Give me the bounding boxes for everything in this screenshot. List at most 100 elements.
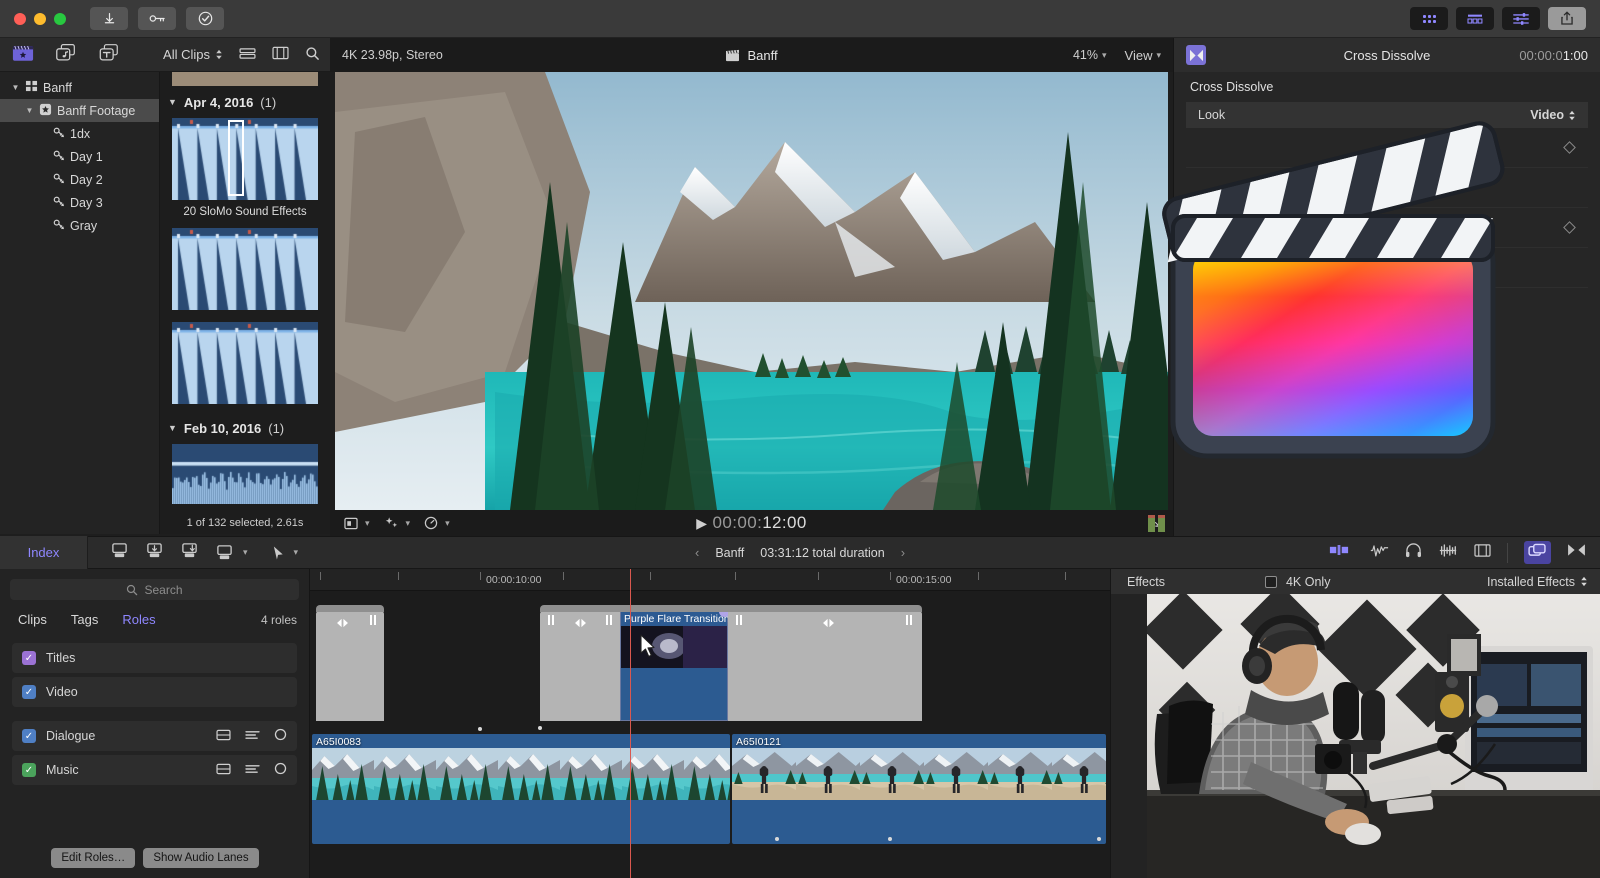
timeline-video-clip[interactable]: A65I0083 (312, 734, 730, 844)
filmstrip-thumbnail (436, 748, 498, 800)
inspector-title: Cross Dissolve (1174, 48, 1600, 63)
disclosure-triangle-icon[interactable]: ▼ (168, 97, 177, 107)
timeline-clip[interactable] (540, 611, 620, 721)
browser-clip-list[interactable]: ▼ Apr 4, 2016 (1) 20 SloMo Sound Effects… (160, 72, 330, 512)
audio-meters[interactable] (1148, 515, 1165, 532)
clip-group-header[interactable]: ▼ Feb 10, 2016 (1) (160, 412, 330, 444)
clip-group-header[interactable]: ▼ Apr 4, 2016 (1) (160, 86, 330, 118)
audio-clip-thumbnail[interactable] (172, 228, 318, 310)
audio-clip-thumbnail[interactable] (172, 118, 318, 200)
audio-clip-thumbnail[interactable] (172, 322, 318, 404)
browser-filter-dropdown[interactable]: All Clips (163, 47, 223, 62)
minimize-button[interactable] (34, 13, 46, 25)
timeline-playhead[interactable] (630, 569, 631, 878)
inspector-row[interactable] (1186, 128, 1588, 168)
inspector-row[interactable] (1186, 208, 1588, 248)
maximize-button[interactable] (54, 13, 66, 25)
edit-roles-button[interactable]: Edit Roles… (51, 848, 135, 868)
role-checkbox[interactable]: ✓ (22, 685, 36, 699)
filmstrip-view-icon[interactable] (272, 46, 289, 63)
timeline-clip[interactable] (316, 611, 384, 721)
role-row-video[interactable]: ✓Video (12, 677, 297, 707)
role-checkbox[interactable]: ✓ (22, 729, 36, 743)
sidebar-item-gray[interactable]: Gray (0, 214, 159, 237)
sidebar-item-1dx[interactable]: 1dx (0, 122, 159, 145)
effects-source-dropdown[interactable]: Installed Effects (1487, 575, 1588, 589)
timeline-ruler[interactable]: 00:00:10:00 00:00:15:00 (310, 569, 1110, 591)
inspector-header: Cross Dissolve 00:00:01:00 (1173, 38, 1600, 72)
close-button[interactable] (14, 13, 26, 25)
viewer-project-label: Banff (330, 48, 1173, 63)
library-icon[interactable] (12, 43, 34, 67)
photos-audio-icon[interactable] (54, 43, 78, 67)
lane-icon[interactable] (216, 763, 231, 778)
filmstrip-thumbnail (622, 748, 684, 800)
index-search-input[interactable]: Search (10, 579, 299, 600)
role-row-titles[interactable]: ✓Titles (12, 643, 297, 673)
inspector-row[interactable] (1186, 248, 1588, 288)
viewer-layout-icon[interactable] (1456, 7, 1494, 30)
list-view-icon[interactable] (239, 47, 256, 63)
minimize-icon[interactable] (245, 729, 260, 744)
sidebar-item-banff-footage[interactable]: ▼Banff Footage (0, 99, 159, 122)
role-row-dialogue[interactable]: ✓Dialogue (12, 721, 297, 751)
disclosure-triangle-icon[interactable]: ▼ (25, 106, 34, 115)
filmstrip-thumbnail (924, 748, 988, 800)
role-row-music[interactable]: ✓Music (12, 755, 297, 785)
search-icon[interactable] (305, 46, 320, 64)
solo-icon[interactable] (274, 728, 287, 744)
titlebar-right-buttons (1410, 7, 1586, 30)
role-checkbox[interactable]: ✓ (22, 651, 36, 665)
timeline-video-clip[interactable]: A65I0121 (732, 734, 1106, 844)
download-icon[interactable] (90, 7, 128, 30)
browser-grid-icon[interactable] (1410, 7, 1448, 30)
sliders-icon[interactable] (1502, 7, 1540, 30)
tab-tags[interactable]: Tags (71, 612, 98, 627)
filmstrip-thumbnail (684, 748, 730, 800)
sidebar-item-day-2[interactable]: Day 2 (0, 168, 159, 191)
keyframe-diamond-icon[interactable] (1563, 221, 1576, 234)
storyline-bar[interactable] (540, 605, 922, 612)
index-tabs: ClipsTagsRoles4 roles (0, 600, 309, 635)
keyframe-diamond-icon[interactable] (1563, 141, 1576, 154)
viewer-timecode[interactable]: ▶ 00:00:12:00 (330, 513, 1173, 533)
lane-icon[interactable] (216, 729, 231, 744)
keyword-icon (53, 126, 65, 141)
titles-generators-icon[interactable] (98, 43, 120, 67)
chevron-left-icon[interactable]: ‹ (695, 545, 699, 560)
share-icon[interactable] (1548, 7, 1586, 30)
key-icon[interactable] (138, 7, 176, 30)
minimize-icon[interactable] (245, 763, 260, 778)
solo-icon[interactable] (274, 762, 287, 778)
clip-marker-dot[interactable] (1097, 837, 1101, 841)
show-audio-lanes-button[interactable]: Show Audio Lanes (143, 848, 258, 868)
check-circle-icon[interactable] (186, 7, 224, 30)
disclosure-triangle-icon[interactable]: ▼ (11, 83, 20, 92)
effects-4k-filter[interactable]: 4K Only (1265, 575, 1330, 589)
tab-roles[interactable]: Roles (122, 612, 155, 627)
sidebar-item-day-1[interactable]: Day 1 (0, 145, 159, 168)
timeline-panel[interactable]: 00:00:10:00 00:00:15:00 (310, 569, 1110, 878)
audio-clip-thumbnail[interactable] (172, 444, 318, 504)
clip-marker-dot[interactable] (775, 837, 779, 841)
pause-marker-icon (370, 615, 378, 625)
clip-marker-dot[interactable] (478, 727, 482, 731)
sidebar-item-day-3[interactable]: Day 3 (0, 191, 159, 214)
inspector-row[interactable] (1186, 168, 1588, 208)
clip-marker-dot[interactable] (538, 726, 542, 730)
clip-group-date: Feb 10, 2016 (184, 421, 261, 436)
clip-marker-dot[interactable] (888, 837, 892, 841)
viewer-canvas[interactable] (335, 72, 1168, 510)
sidebar-item-banff[interactable]: ▼Banff (0, 76, 159, 99)
bowtie-marker-icon (574, 615, 587, 633)
role-checkbox[interactable]: ✓ (22, 763, 36, 777)
chevron-right-icon[interactable]: › (901, 545, 905, 560)
play-icon[interactable]: ▶ (696, 515, 707, 531)
inspector-param-dropdown[interactable]: Video (1530, 108, 1576, 122)
storyline-bar[interactable] (316, 605, 384, 612)
disclosure-triangle-icon[interactable]: ▼ (168, 423, 177, 433)
timeline-transition[interactable]: Purple Flare Transition (620, 611, 728, 721)
checkbox-4k-only[interactable] (1265, 576, 1277, 588)
timeline-clip[interactable] (728, 611, 922, 721)
tab-clips[interactable]: Clips (18, 612, 47, 627)
